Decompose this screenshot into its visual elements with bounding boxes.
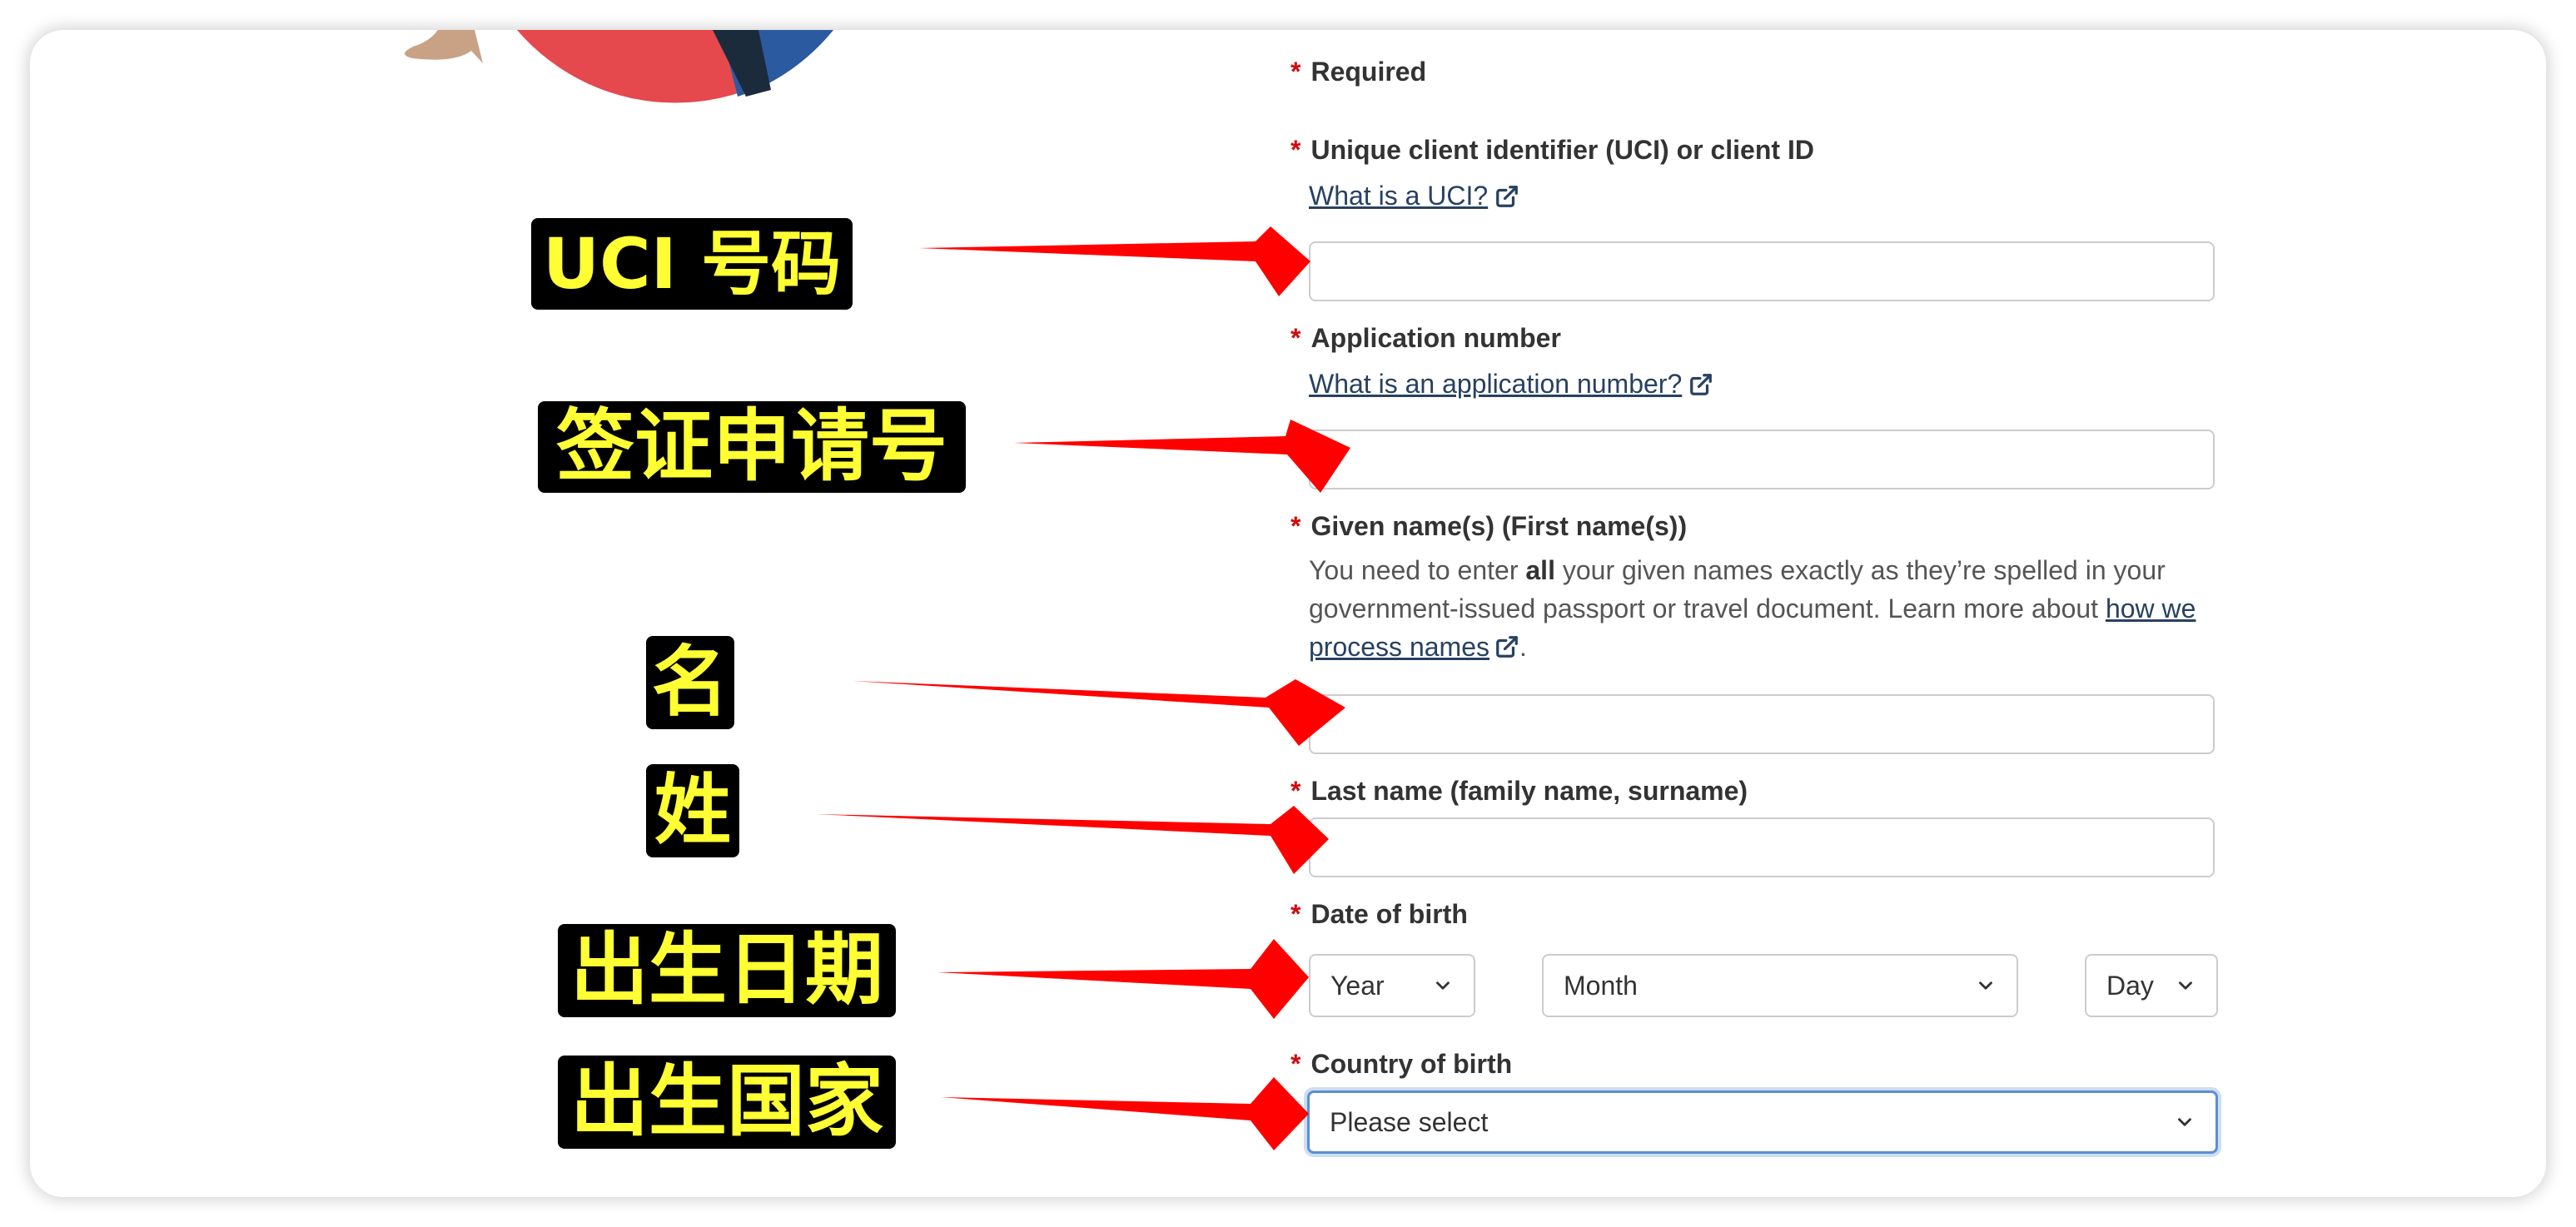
arrow-to-given-name bbox=[853, 679, 1345, 746]
annotation-arrows bbox=[816, 226, 1350, 1150]
form-card: * Required * Unique client identifier (UCI… bbox=[30, 30, 2546, 1197]
arrow-to-date-of-birth bbox=[937, 939, 1309, 1019]
annotation-application-number: 签证申请号 bbox=[538, 401, 966, 493]
arrow-to-application-number bbox=[1014, 420, 1350, 493]
annotation-last-name: 姓 bbox=[646, 764, 739, 857]
arrow-to-country-of-birth bbox=[941, 1077, 1309, 1150]
arrow-to-uci bbox=[919, 226, 1310, 296]
annotation-given-name: 名 bbox=[646, 636, 734, 729]
annotation-country-of-birth: 出生国家 bbox=[558, 1056, 896, 1149]
annotation-date-of-birth: 出生日期 bbox=[558, 924, 896, 1017]
arrow-to-last-name bbox=[816, 806, 1329, 874]
annotation-uci: UCI 号码 bbox=[531, 218, 853, 310]
